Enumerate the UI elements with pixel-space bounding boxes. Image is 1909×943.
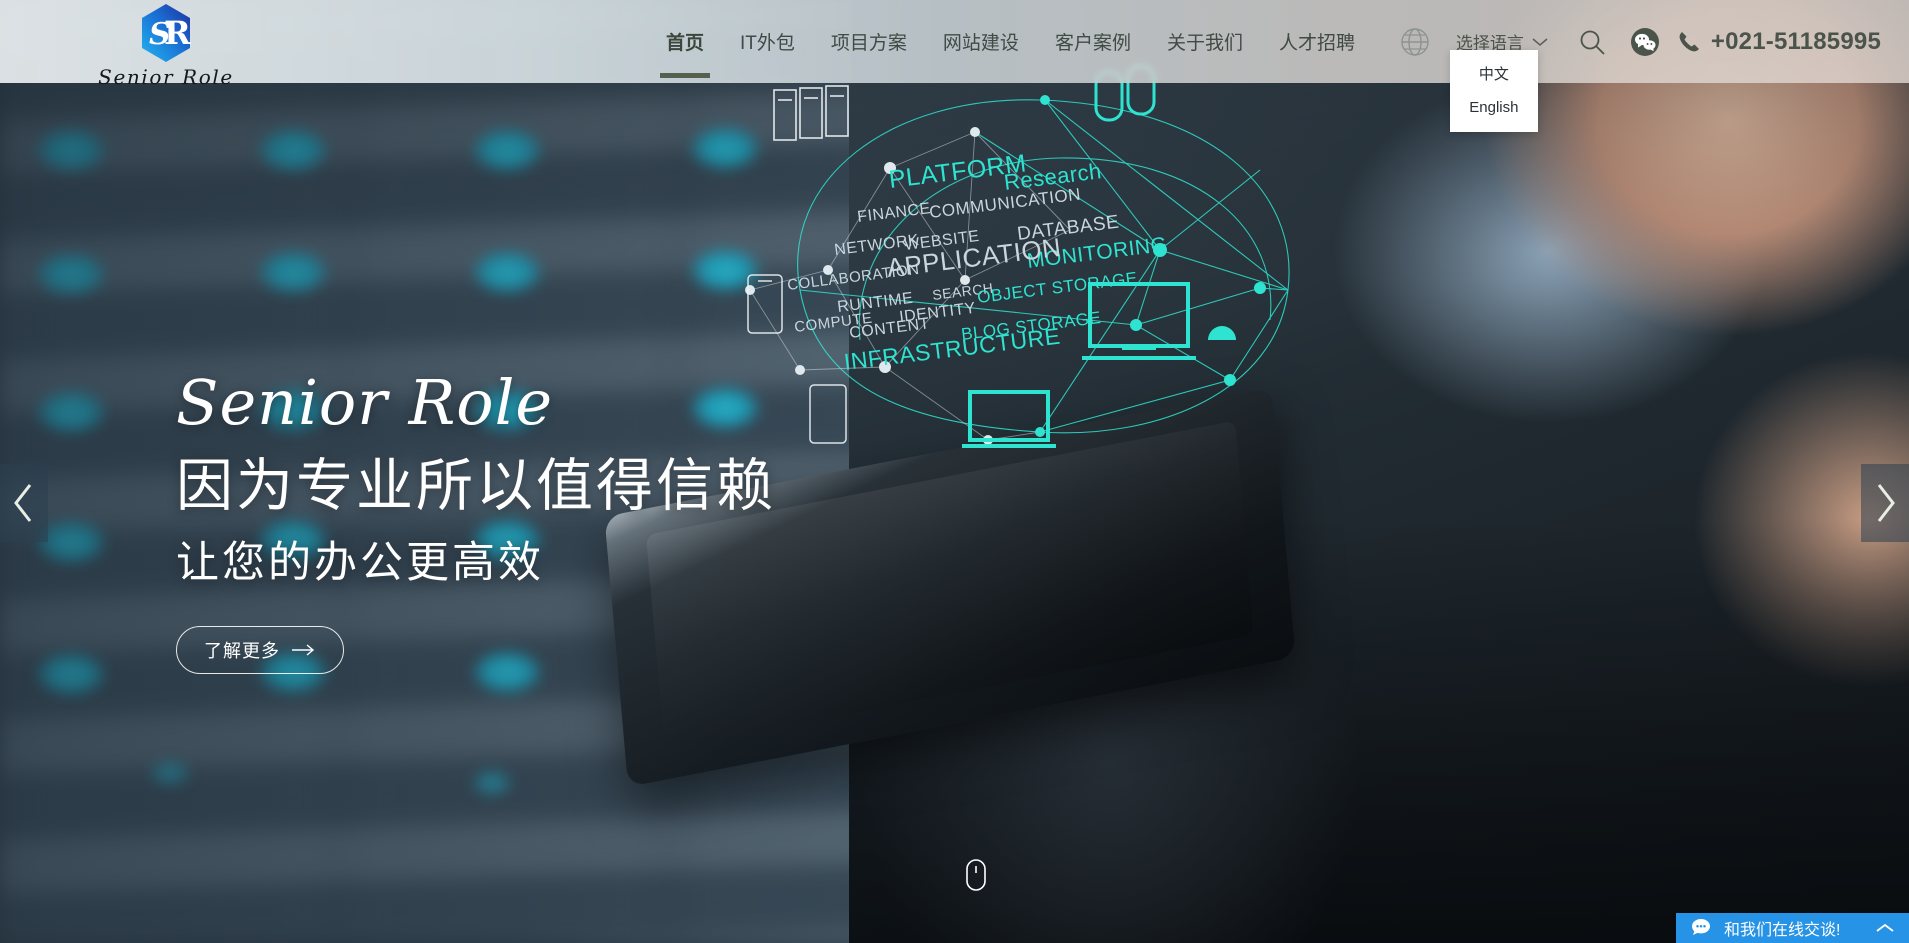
phone-number: +021-51185995 bbox=[1710, 27, 1881, 55]
wechat-icon bbox=[1630, 27, 1659, 56]
header-utilities: 选择语言 中文 English +021-51185995 bbox=[1400, 0, 1909, 132]
site-logo[interactable]: S R Senior Role bbox=[66, 0, 266, 95]
brand-name: Senior Role bbox=[98, 65, 234, 89]
search-button[interactable] bbox=[1562, 0, 1622, 83]
nav-item-label: 客户案例 bbox=[1054, 33, 1131, 54]
nav-item-4[interactable]: 客户案例 bbox=[1037, 0, 1149, 83]
led-dot bbox=[258, 128, 328, 172]
nav-item-1[interactable]: IT外包 bbox=[722, 0, 813, 83]
chat-widget-label: 和我们在线交谈! bbox=[1724, 922, 1841, 939]
language-selector[interactable]: 选择语言 中文 English bbox=[1442, 0, 1562, 132]
contact-phone[interactable]: +021-51185995 bbox=[1668, 28, 1881, 56]
led-dot bbox=[150, 760, 190, 786]
hero-headline: 因为专业所以值得信赖 bbox=[176, 454, 776, 518]
led-dot bbox=[472, 250, 542, 294]
hero-copy: Senior Role 因为专业所以值得信赖 让您的办公更高效 了解更多 bbox=[176, 366, 776, 675]
nav-item-label: IT外包 bbox=[740, 33, 795, 54]
nav-active-underline bbox=[660, 73, 711, 78]
learn-more-button[interactable]: 了解更多 bbox=[176, 626, 344, 675]
led-dot bbox=[472, 770, 512, 796]
chevron-left-icon bbox=[14, 484, 32, 522]
nav-item-6[interactable]: 人才招聘 bbox=[1261, 0, 1373, 83]
scroll-down-hint[interactable] bbox=[963, 857, 989, 902]
main-navigation: 首页 IT外包 项目方案 网站建设 客户案例 关于我们 人才招聘 bbox=[648, 0, 1373, 83]
led-dot bbox=[36, 390, 106, 434]
led-dot bbox=[36, 252, 106, 296]
led-dot bbox=[258, 250, 328, 294]
nav-item-2[interactable]: 项目方案 bbox=[813, 0, 925, 83]
sr-monogram-icon: S R bbox=[142, 4, 191, 62]
globe-icon[interactable] bbox=[1400, 0, 1430, 83]
online-chat-widget[interactable]: 和我们在线交谈! bbox=[1676, 913, 1909, 943]
hero-script-title: Senior Role bbox=[176, 366, 554, 439]
phone-icon bbox=[1679, 31, 1699, 51]
arrow-right-icon bbox=[292, 644, 315, 656]
hero-subheadline: 让您的办公更高效 bbox=[176, 539, 544, 588]
globe-glyph bbox=[1401, 27, 1429, 56]
chevron-down-icon bbox=[1532, 37, 1548, 46]
nav-item-label: 项目方案 bbox=[830, 33, 907, 54]
learn-more-label: 了解更多 bbox=[204, 641, 280, 662]
led-dot bbox=[36, 652, 106, 696]
mouse-scroll-icon bbox=[966, 859, 986, 891]
chevron-up-icon bbox=[1876, 923, 1894, 932]
search-icon bbox=[1580, 30, 1605, 55]
svg-text:R: R bbox=[164, 14, 191, 52]
nav-item-0[interactable]: 首页 bbox=[648, 0, 722, 83]
logo-hexagon-icon: S R bbox=[135, 2, 197, 69]
hero-banner: PLATFORM Research FINANCE COMMUNICATION DATA… bbox=[0, 0, 1909, 943]
nav-item-5[interactable]: 关于我们 bbox=[1149, 0, 1261, 83]
carousel-prev-button[interactable] bbox=[0, 464, 48, 542]
led-dot bbox=[690, 126, 760, 170]
nav-item-3[interactable]: 网站建设 bbox=[925, 0, 1037, 83]
language-option-1[interactable]: English bbox=[1450, 90, 1538, 124]
chevron-right-icon bbox=[1877, 484, 1895, 522]
nav-item-label: 关于我们 bbox=[1166, 33, 1243, 54]
led-dot bbox=[472, 128, 542, 172]
wechat-button[interactable] bbox=[1622, 27, 1668, 57]
site-header: S R Senior Role 首页 IT外包 项目方案 网站建设 客户案例 关于我们 人才… bbox=[0, 0, 1909, 132]
nav-item-label: 首页 bbox=[666, 33, 705, 54]
led-dot bbox=[690, 248, 760, 292]
nav-item-label: 人才招聘 bbox=[1278, 33, 1355, 54]
language-option-0[interactable]: 中文 bbox=[1450, 56, 1538, 90]
chat-bubble-icon bbox=[1692, 919, 1710, 935]
led-dot bbox=[36, 128, 106, 172]
language-dropdown-menu: 中文 English bbox=[1449, 50, 1538, 132]
carousel-next-button[interactable] bbox=[1861, 464, 1909, 542]
nav-item-label: 网站建设 bbox=[942, 33, 1019, 54]
